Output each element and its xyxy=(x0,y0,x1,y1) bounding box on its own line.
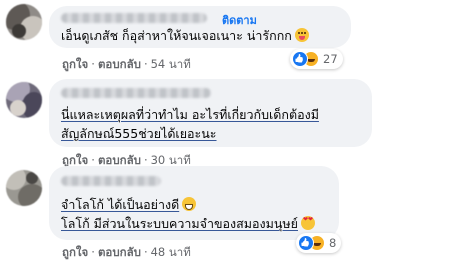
commenter-avatar[interactable] xyxy=(6,170,42,206)
reply-action[interactable]: ตอบกลับ xyxy=(98,57,141,71)
comment-line: สัญลักษณ์555ช่วยได้เยอะนะ xyxy=(61,126,217,141)
reply-action[interactable]: ตอบกลับ xyxy=(98,153,141,167)
comment-line: เอ็นดูเภสัช ก็อุส่าหาให้จนเจอเนาะ น่ารัก… xyxy=(61,28,292,43)
comment-text: นี่แหละเหตุผลที่ว่าทำไม อะไรที่เกี่ยวกับ… xyxy=(61,105,319,143)
reaction-count: 27 xyxy=(323,52,338,66)
redacted-author-name[interactable] xyxy=(61,13,207,23)
comment-actions: ถูกใจ · ตอบกลับ · 54 นาที xyxy=(62,57,191,71)
comment-bubble: นี่แหละเหตุผลที่ว่าทำไม อะไรที่เกี่ยวกับ… xyxy=(49,79,372,147)
like-action[interactable]: ถูกใจ xyxy=(62,245,88,259)
comment-text: เอ็นดูเภสัช ก็อุส่าหาให้จนเจอเนาะ น่ารัก… xyxy=(61,26,309,45)
commenter-avatar[interactable] xyxy=(6,82,42,118)
comment-line: โลโก้ มีส่วนในระบบความจำของสมองมนุษย์ xyxy=(61,214,315,233)
redacted-author-name[interactable] xyxy=(61,88,211,98)
comment-text: จำโลโก้ ได้เป็นอย่างดี โลโก้ มีส่วนในระบ… xyxy=(61,195,315,233)
heart-eyes-face-icon xyxy=(300,216,315,230)
like-action[interactable]: ถูกใจ xyxy=(62,57,88,71)
comment-line: นี่แหละเหตุผลที่ว่าทำไม อะไรที่เกี่ยวกับ… xyxy=(61,107,319,122)
like-action[interactable]: ถูกใจ xyxy=(62,153,88,167)
timestamp[interactable]: 54 นาที xyxy=(151,57,191,71)
reply-action[interactable]: ตอบกลับ xyxy=(98,245,141,259)
grinning-face-icon xyxy=(294,28,309,42)
redacted-author-name[interactable] xyxy=(61,176,161,186)
comment-line: จำโลโก้ ได้เป็นอย่างดี xyxy=(61,195,315,214)
like-icon xyxy=(292,51,308,67)
grinning-face-icon xyxy=(182,197,197,211)
like-icon xyxy=(298,235,314,251)
reaction-count: 8 xyxy=(329,236,337,250)
comment-actions: ถูกใจ · ตอบกลับ · 48 นาที xyxy=(62,245,191,259)
reaction-summary[interactable]: 27 xyxy=(290,49,343,69)
timestamp[interactable]: 30 นาที xyxy=(151,153,191,167)
comment-bubble: ติดตาม เอ็นดูเภสัช ก็อุส่าหาให้จนเจอเนาะ… xyxy=(49,6,351,48)
reaction-summary[interactable]: 8 xyxy=(296,233,342,253)
timestamp[interactable]: 48 นาที xyxy=(151,245,191,259)
comment-bubble: จำโลโก้ ได้เป็นอย่างดี โลโก้ มีส่วนในระบ… xyxy=(49,166,339,240)
commenter-avatar[interactable] xyxy=(6,4,42,40)
